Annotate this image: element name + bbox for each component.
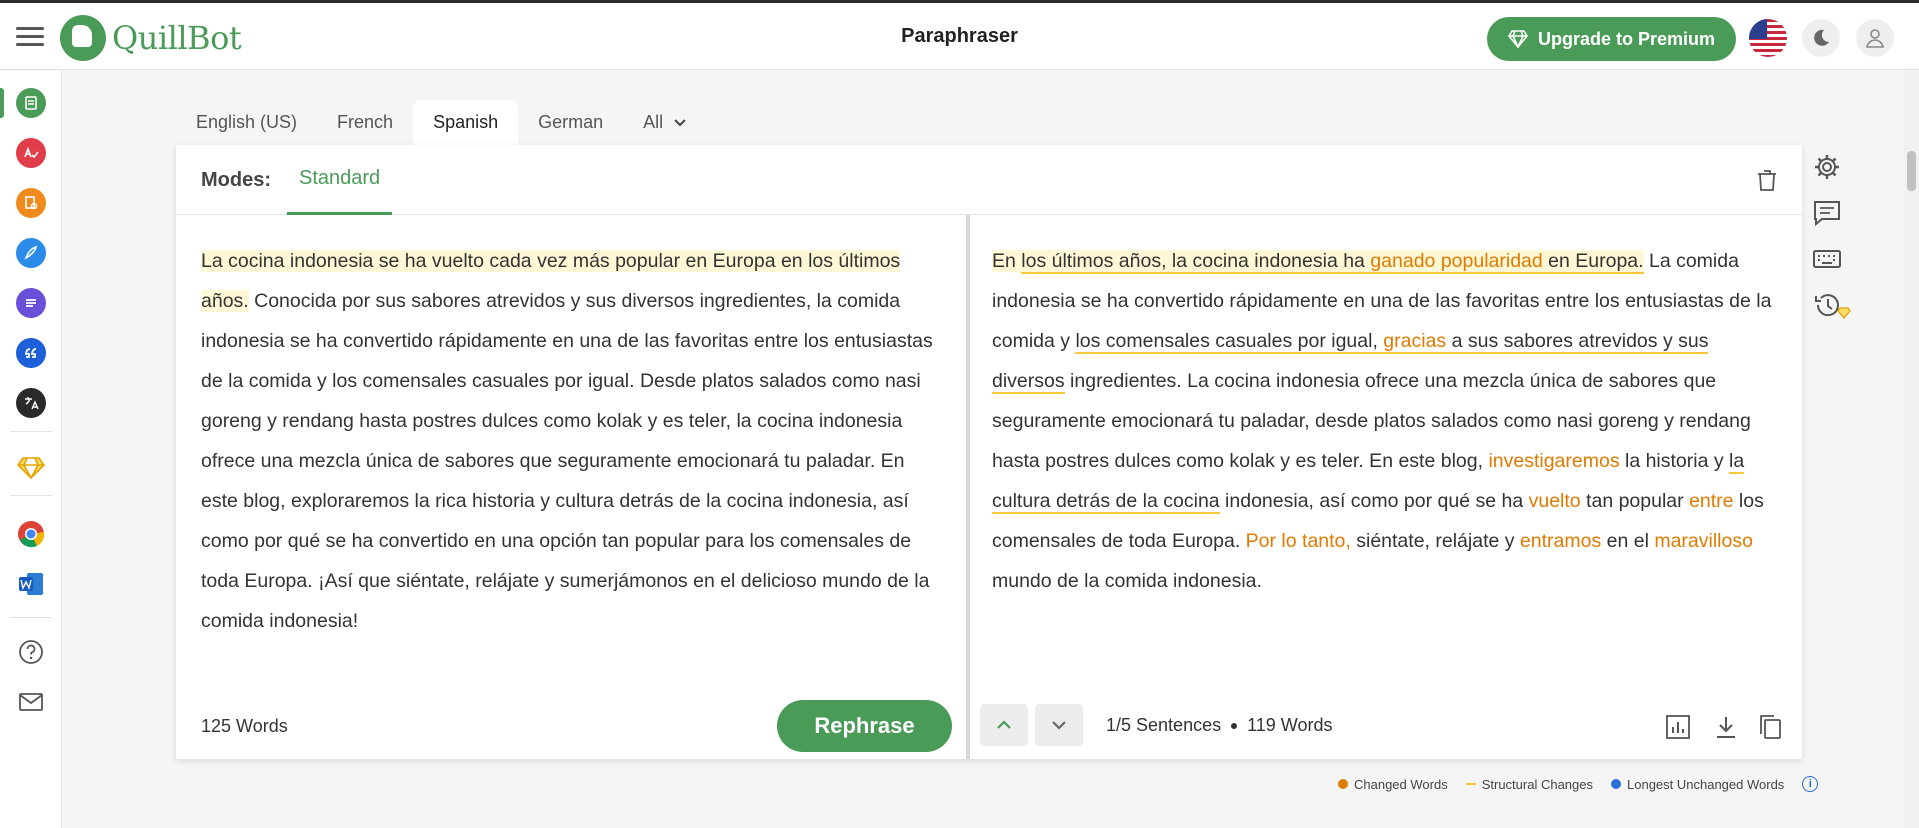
- structural-changes-line: [1465, 783, 1476, 785]
- tab-all-dropdown[interactable]: All: [623, 100, 707, 145]
- output-text: mundo de la comida indonesia.: [992, 570, 1262, 592]
- changed-word[interactable]: gracias: [1383, 330, 1447, 354]
- legend-structural-changes: Structural Changes: [1465, 776, 1593, 792]
- structural-change: en Europa.: [1542, 250, 1644, 274]
- chevron-down-icon: [674, 118, 686, 126]
- hamburger-menu-icon[interactable]: [16, 27, 44, 49]
- changed-word[interactable]: vuelto: [1529, 490, 1581, 512]
- input-text-area[interactable]: La cocina indonesia se ha vuelto cada ve…: [201, 241, 941, 641]
- structural-change: los últimos años, la cocina indonesia ha: [1021, 250, 1371, 274]
- quillbot-logo[interactable]: QuillBot: [60, 15, 242, 61]
- output-text: siéntate, relájate y: [1350, 530, 1520, 552]
- upgrade-premium-label: Upgrade to Premium: [1537, 28, 1716, 49]
- chrome-extension-icon[interactable]: [16, 519, 46, 549]
- output-text: tan popular: [1580, 490, 1690, 512]
- pane-divider[interactable]: [966, 215, 970, 759]
- us-flag-icon[interactable]: [1749, 19, 1787, 57]
- word-addin-icon[interactable]: [16, 569, 46, 599]
- sidebar-divider: [10, 431, 52, 432]
- moon-icon: [1814, 29, 1829, 46]
- brand-name: QuillBot: [112, 19, 242, 57]
- paraphraser-icon[interactable]: [16, 88, 46, 118]
- modes-label: Modes:: [201, 169, 271, 191]
- grammar-checker-icon[interactable]: [16, 138, 46, 168]
- rephrase-button[interactable]: Rephrase: [777, 700, 952, 752]
- output-text: la historia y: [1619, 450, 1730, 472]
- tab-all-label: All: [643, 112, 664, 132]
- previous-sentence-button[interactable]: [980, 704, 1028, 746]
- quillbot-logo-mark: [60, 15, 106, 61]
- unchanged-words-dot: [1611, 779, 1621, 789]
- legend-structural-label: Structural Changes: [1481, 776, 1593, 792]
- premium-diamond-icon[interactable]: [16, 453, 46, 483]
- changed-word[interactable]: investigaremos: [1488, 450, 1619, 472]
- output-text: En: [992, 250, 1022, 272]
- upgrade-premium-button[interactable]: Upgrade to Premium: [1487, 17, 1736, 61]
- sentence-info: 1/5 Sentences 119 Words: [1106, 715, 1332, 736]
- legend-unchanged-words: Longest Unchanged Words: [1611, 777, 1784, 792]
- sentence-counter: 1/5 Sentences: [1106, 715, 1222, 735]
- trash-icon[interactable]: [1754, 167, 1780, 193]
- language-tabs: English (US) French Spanish German All: [176, 100, 707, 145]
- settings-gear-icon[interactable]: [1812, 152, 1842, 182]
- comment-icon[interactable]: [1812, 198, 1842, 228]
- tab-spanish[interactable]: Spanish: [413, 100, 519, 145]
- citation-generator-icon[interactable]: [16, 338, 46, 368]
- chevron-down-icon: [1052, 721, 1066, 730]
- co-writer-icon[interactable]: [16, 238, 46, 268]
- paraphraser-card: Modes: Standard La cocina indonesia se h…: [176, 145, 1802, 759]
- left-sidebar: [0, 71, 62, 828]
- change-legend: Changed Words Structural Changes Longest…: [1338, 776, 1819, 792]
- top-bar: QuillBot Paraphraser Upgrade to Premium: [0, 0, 1919, 70]
- modes-bar: Modes: Standard: [176, 145, 1802, 215]
- output-word-count: 119 Words: [1247, 715, 1333, 735]
- keyboard-icon[interactable]: [1812, 244, 1842, 274]
- user-icon: [1866, 29, 1884, 48]
- next-sentence-button[interactable]: [1035, 704, 1083, 746]
- input-text: Conocida por sus sabores atrevidos y sus…: [201, 290, 933, 632]
- copy-icon[interactable]: [1756, 713, 1784, 741]
- history-icon[interactable]: [1812, 290, 1852, 320]
- output-text-area[interactable]: En los últimos años, la cocina indonesia…: [992, 241, 1778, 601]
- output-text: indonesia, así como por qué se ha: [1219, 490, 1529, 512]
- summarizer-icon[interactable]: [16, 288, 46, 318]
- mode-standard-tab[interactable]: Standard: [287, 145, 393, 215]
- chevron-up-icon: [997, 720, 1011, 729]
- tab-english-us[interactable]: English (US): [176, 100, 317, 145]
- changed-word[interactable]: entramos: [1520, 530, 1601, 552]
- scrollbar-thumb[interactable]: [1907, 151, 1916, 191]
- legend-changed-words: Changed Words: [1338, 777, 1448, 792]
- legend-changed-label: Changed Words: [1354, 776, 1448, 792]
- page-scrollbar[interactable]: [1904, 71, 1919, 828]
- changed-word[interactable]: entre: [1689, 490, 1733, 512]
- info-icon[interactable]: i: [1802, 776, 1819, 792]
- input-word-count: 125 Words: [201, 716, 288, 736]
- mail-icon[interactable]: [16, 687, 46, 717]
- help-icon[interactable]: [16, 637, 46, 667]
- download-icon[interactable]: [1712, 713, 1740, 741]
- tab-german[interactable]: German: [518, 100, 623, 145]
- output-text: en el: [1601, 530, 1655, 552]
- changed-word[interactable]: Por lo tanto,: [1246, 530, 1351, 552]
- user-profile-button[interactable]: [1856, 19, 1894, 57]
- statistics-icon[interactable]: [1664, 713, 1692, 741]
- structural-change: los comensales casuales por igual,: [1075, 330, 1384, 354]
- diamond-icon: [1508, 30, 1528, 48]
- changed-word[interactable]: ganado popularidad: [1370, 250, 1543, 274]
- changed-word[interactable]: maravilloso: [1654, 530, 1753, 552]
- separator-dot: [1231, 722, 1238, 729]
- changed-words-dot: [1338, 779, 1348, 789]
- tab-french[interactable]: French: [317, 100, 413, 145]
- active-indicator: [0, 88, 4, 118]
- sidebar-divider: [10, 617, 52, 618]
- legend-unchanged-label: Longest Unchanged Words: [1627, 776, 1785, 792]
- dark-mode-toggle[interactable]: [1802, 19, 1840, 57]
- sidebar-divider: [10, 495, 52, 496]
- plagiarism-checker-icon[interactable]: [16, 188, 46, 218]
- translator-icon[interactable]: [16, 388, 46, 418]
